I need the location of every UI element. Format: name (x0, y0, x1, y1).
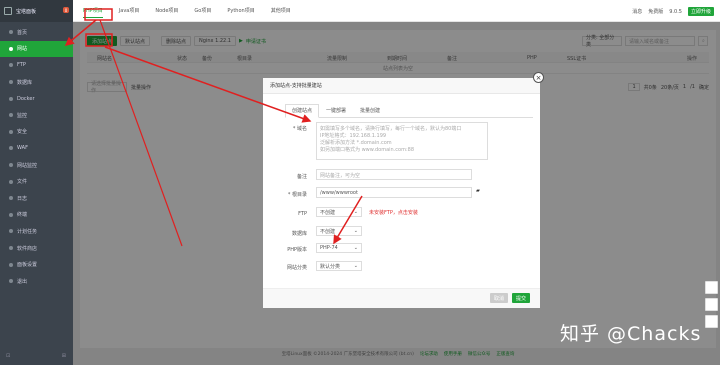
highlight-add-site (85, 33, 113, 47)
app-root: 宝塔面板 0 首页 网站 FTP 数据库 Docker 监控 安全 WAF 网站监控 文件 日志 终端… (0, 0, 720, 365)
arrow-add-to-domain (104, 46, 312, 123)
arrow-root-to-php (333, 195, 363, 245)
watermark: 知乎 @Chacks (560, 323, 702, 345)
arrow-tab-to-nav (64, 19, 97, 46)
annotation-arrows (64, 8, 363, 247)
arrow-tab-down (99, 19, 183, 247)
highlight-php-tab (84, 8, 113, 21)
